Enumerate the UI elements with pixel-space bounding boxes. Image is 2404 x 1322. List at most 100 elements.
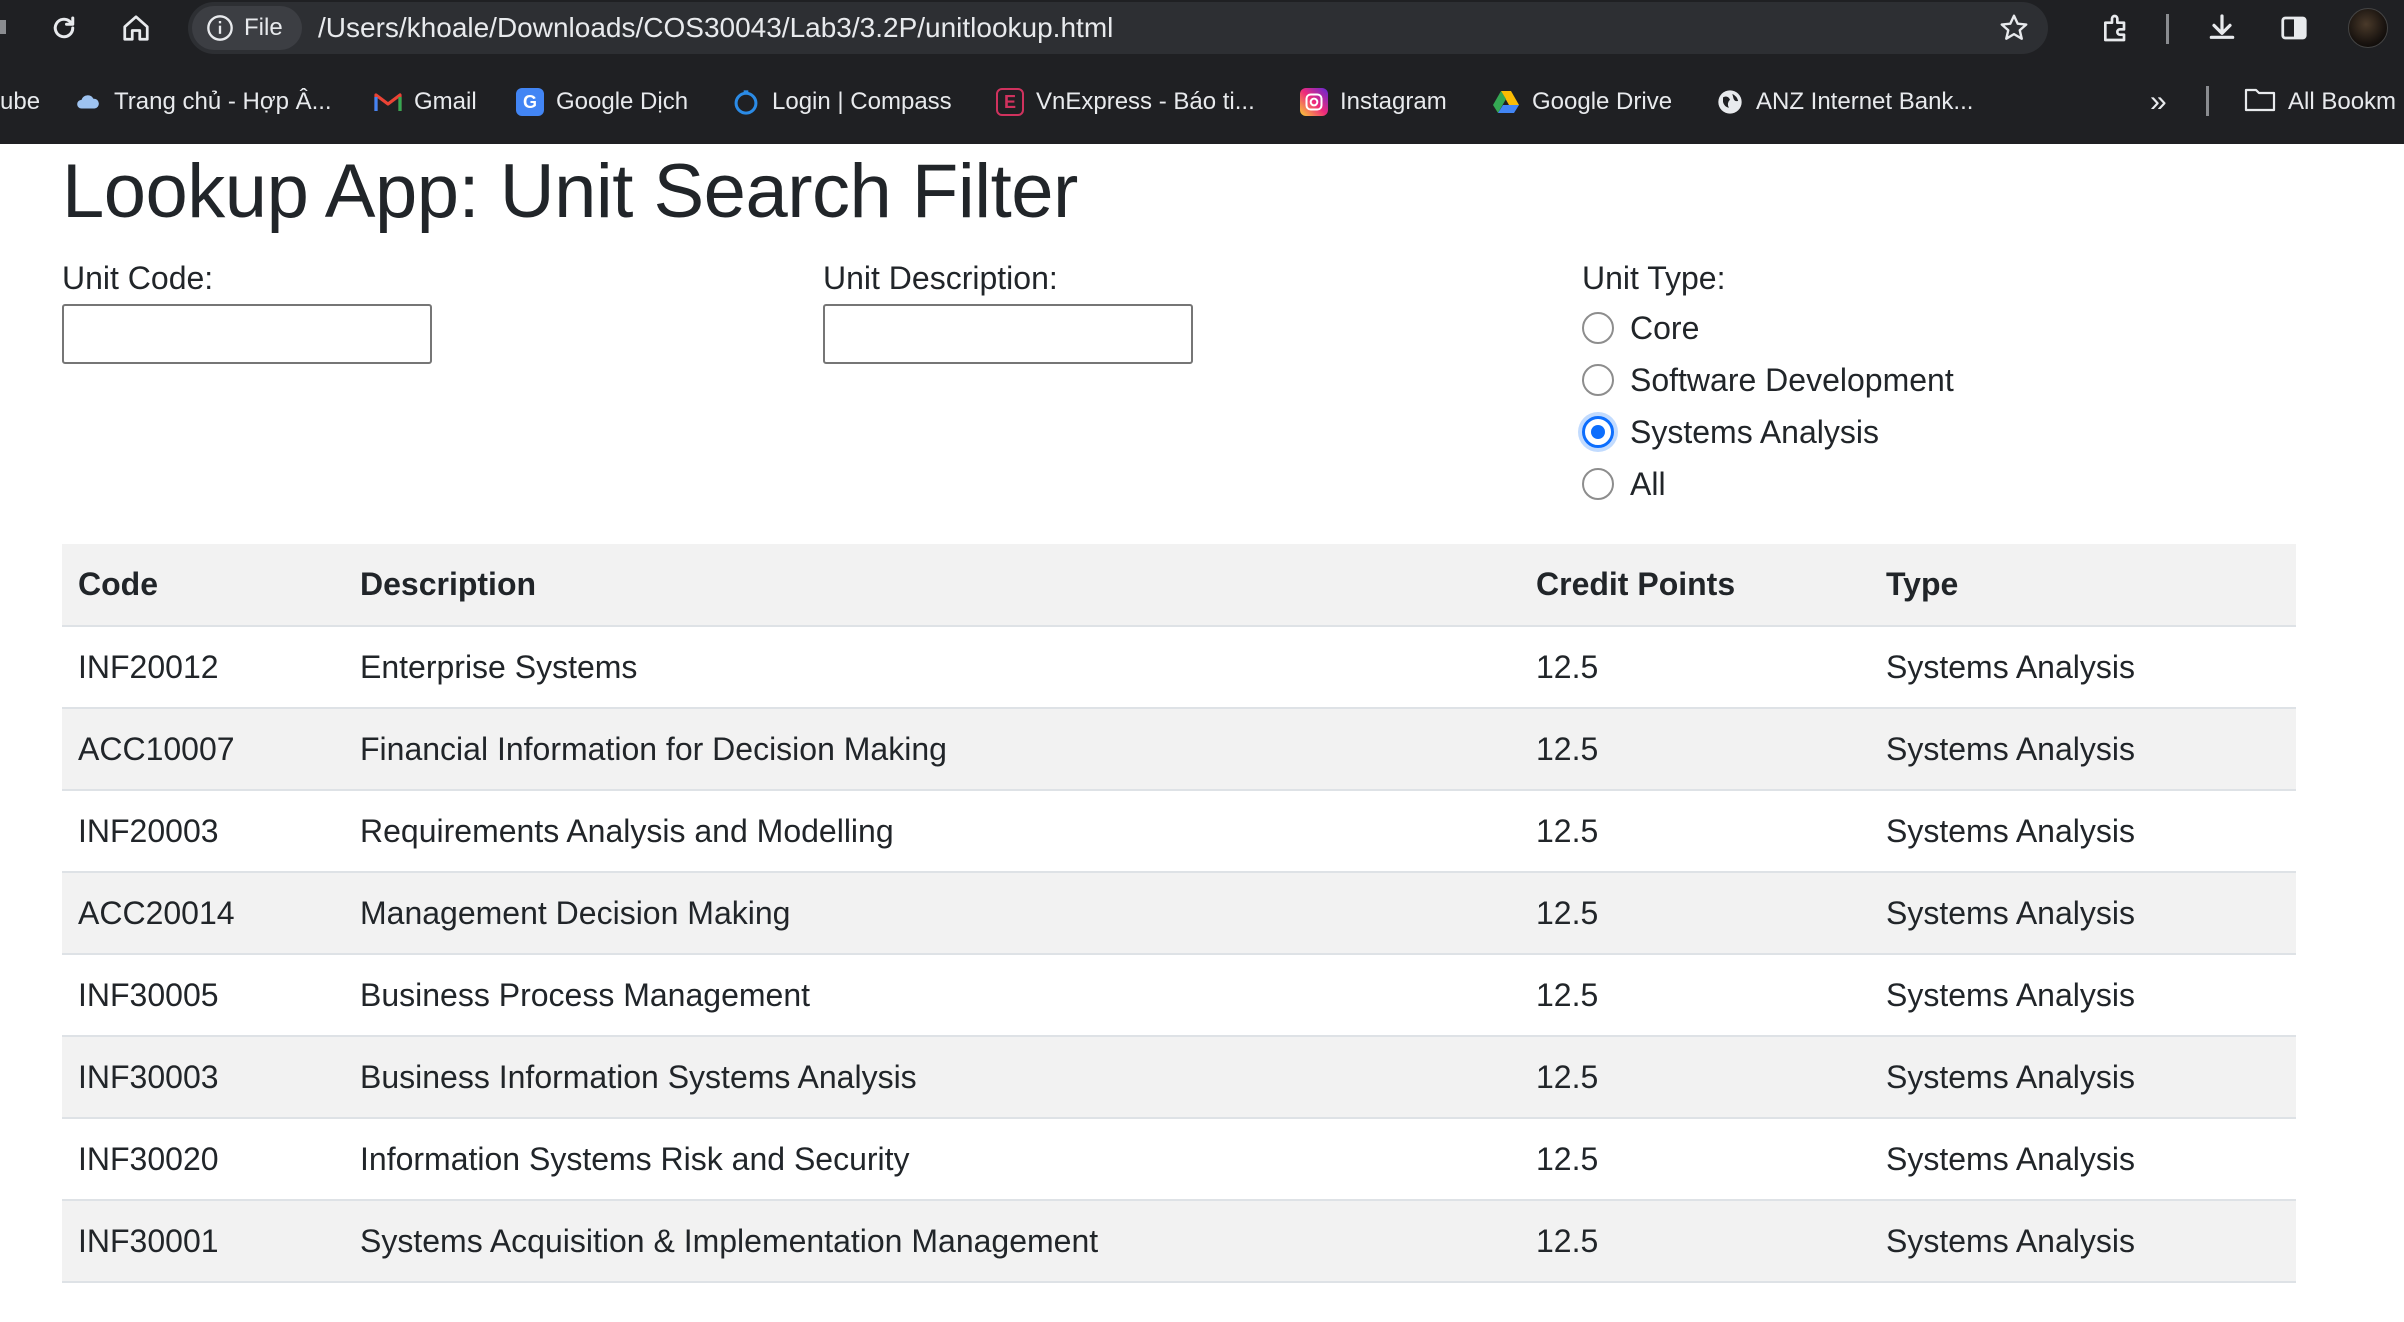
bookmark-gmail[interactable]: Gmail <box>374 80 477 124</box>
unit-type-option-systems-analysis[interactable]: Systems Analysis <box>1582 410 1879 454</box>
units-table: Code Description Credit Points Type INF2… <box>62 544 2296 1283</box>
compass-icon <box>732 88 760 116</box>
info-icon <box>207 15 233 41</box>
globe-icon <box>1716 88 1744 116</box>
bookmark-label: Google Dịch <box>556 88 689 115</box>
side-panel-icon[interactable] <box>2276 10 2312 46</box>
unit-code-input[interactable] <box>62 304 432 364</box>
unit-type-label: Unit Type: <box>1582 260 1726 296</box>
cell-credit-points: 12.5 <box>1520 708 1870 791</box>
radio-button-selected[interactable] <box>1582 416 1614 448</box>
page-title: Lookup App: Unit Search Filter <box>62 149 1078 234</box>
bookmark-instagram[interactable]: Instagram <box>1300 80 1447 124</box>
site-info-chip[interactable]: File <box>192 6 302 50</box>
cell-code: INF30003 <box>62 1036 344 1119</box>
bookmark-label: VnExpress - Báo ti... <box>1036 88 1255 115</box>
table-row: INF20003 Requirements Analysis and Model… <box>62 790 2296 873</box>
cell-type: Systems Analysis <box>1870 790 2296 873</box>
radio-label: Core <box>1630 309 1700 346</box>
radio-button[interactable] <box>1582 312 1614 344</box>
cell-code: ACC10007 <box>62 708 344 791</box>
chevron-double-right-icon: » <box>2150 85 2167 118</box>
cell-description: Information Systems Risk and Security <box>344 1118 1520 1201</box>
radio-label: Software Development <box>1630 361 1954 398</box>
cell-description: Management Decision Making <box>344 872 1520 955</box>
bookmarks-divider <box>2206 86 2209 116</box>
bookmark-star-icon[interactable] <box>1996 10 2032 46</box>
bookmark-google-dich[interactable]: G Google Dịch <box>516 80 688 124</box>
bookmarks-overflow-button[interactable]: » <box>2150 80 2167 124</box>
folder-icon <box>2244 86 2276 119</box>
cell-description: Enterprise Systems <box>344 626 1520 709</box>
table-row: INF30001 Systems Acquisition & Implement… <box>62 1200 2296 1283</box>
radio-button[interactable] <box>1582 364 1614 396</box>
cell-credit-points: 12.5 <box>1520 954 1870 1037</box>
bookmark-label: Google Drive <box>1532 88 1673 115</box>
radio-label: Systems Analysis <box>1630 413 1879 450</box>
column-header-code: Code <box>62 544 344 627</box>
cell-code: INF30001 <box>62 1200 344 1283</box>
download-icon[interactable] <box>2204 10 2240 46</box>
cell-type: Systems Analysis <box>1870 626 2296 709</box>
cell-code: INF20003 <box>62 790 344 873</box>
gmail-icon <box>374 88 402 116</box>
bookmark-google-drive[interactable]: Google Drive <box>1492 80 1672 124</box>
home-icon[interactable] <box>118 10 154 46</box>
cell-credit-points: 12.5 <box>1520 626 1870 709</box>
radio-button[interactable] <box>1582 468 1614 500</box>
bookmark-youtube[interactable]: ube <box>0 80 40 124</box>
unit-code-label: Unit Code: <box>62 260 214 296</box>
radio-label: All <box>1630 465 1666 502</box>
cell-description: Requirements Analysis and Modelling <box>344 790 1520 873</box>
chip-label: File <box>244 14 283 41</box>
toolbar-divider <box>2166 14 2169 44</box>
instagram-icon <box>1300 88 1328 116</box>
bookmarks-bar: ube Trang chủ - Hợp Â... Gmail G Google … <box>0 80 2404 124</box>
back-arrow-edge-icon <box>0 20 6 34</box>
url-text[interactable]: /Users/khoale/Downloads/COS30043/Lab3/3.… <box>318 12 1113 44</box>
unit-description-label: Unit Description: <box>823 260 1058 296</box>
column-header-type: Type <box>1870 544 2296 627</box>
bookmark-label: Login | Compass <box>772 88 952 115</box>
extensions-icon[interactable] <box>2098 10 2134 46</box>
cell-description: Financial Information for Decision Makin… <box>344 708 1520 791</box>
cell-type: Systems Analysis <box>1870 954 2296 1037</box>
unit-type-option-software-development[interactable]: Software Development <box>1582 358 1954 402</box>
unit-type-option-core[interactable]: Core <box>1582 306 1699 350</box>
bookmark-label: ANZ Internet Bank... <box>1756 88 1974 115</box>
cloud-icon <box>74 88 102 116</box>
profile-avatar[interactable] <box>2348 8 2388 48</box>
cell-credit-points: 12.5 <box>1520 872 1870 955</box>
cell-type: Systems Analysis <box>1870 1200 2296 1283</box>
cell-description: Systems Acquisition & Implementation Man… <box>344 1200 1520 1283</box>
bookmark-compass[interactable]: Login | Compass <box>732 80 952 124</box>
table-row: INF30003 Business Information Systems An… <box>62 1036 2296 1119</box>
drive-icon <box>1492 88 1520 116</box>
reload-icon[interactable] <box>46 10 82 46</box>
cell-credit-points: 12.5 <box>1520 790 1870 873</box>
table-row: INF20012 Enterprise Systems 12.5 Systems… <box>62 626 2296 709</box>
table-row: INF30005 Business Process Management 12.… <box>62 954 2296 1037</box>
cell-code: INF30020 <box>62 1118 344 1201</box>
unit-type-option-all[interactable]: All <box>1582 462 1666 506</box>
bookmark-vnexpress[interactable]: E VnExpress - Báo ti... <box>996 80 1255 124</box>
browser-chrome: File /Users/khoale/Downloads/COS30043/La… <box>0 0 2404 144</box>
cell-description: Business Process Management <box>344 954 1520 1037</box>
bookmark-label: Trang chủ - Hợp Â... <box>114 88 332 115</box>
table-row: ACC10007 Financial Information for Decis… <box>62 708 2296 791</box>
cell-code: INF20012 <box>62 626 344 709</box>
column-header-credit-points: Credit Points <box>1520 544 1870 627</box>
cell-credit-points: 12.5 <box>1520 1118 1870 1201</box>
unit-description-input[interactable] <box>823 304 1193 364</box>
bookmark-trang-chu[interactable]: Trang chủ - Hợp Â... <box>74 80 332 124</box>
bookmark-anz[interactable]: ANZ Internet Bank... <box>1716 80 1973 124</box>
cell-credit-points: 12.5 <box>1520 1036 1870 1119</box>
column-header-description: Description <box>344 544 1520 627</box>
bookmark-label: Gmail <box>414 88 477 115</box>
cell-type: Systems Analysis <box>1870 1036 2296 1119</box>
all-bookmarks-label: All Bookm <box>2288 88 2397 115</box>
cell-type: Systems Analysis <box>1870 1118 2296 1201</box>
vnexpress-icon: E <box>996 88 1024 116</box>
cell-type: Systems Analysis <box>1870 872 2296 955</box>
all-bookmarks-button[interactable]: All Bookm <box>2244 80 2396 124</box>
